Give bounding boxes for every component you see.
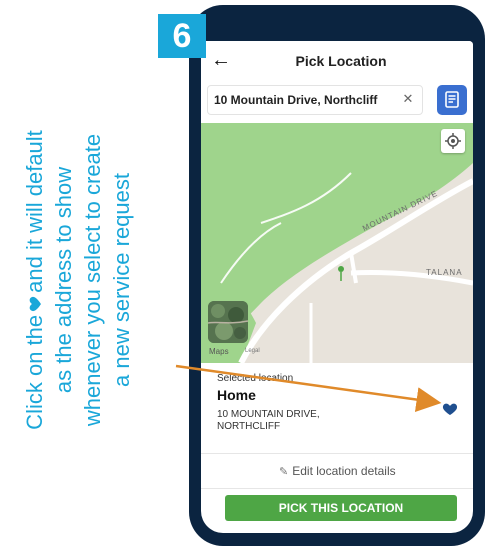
satellite-toggle[interactable] bbox=[208, 301, 248, 343]
edit-location-label: ✎ Edit location details bbox=[279, 464, 396, 478]
location-name: Home bbox=[217, 387, 256, 403]
saved-addresses-button[interactable] bbox=[437, 85, 467, 115]
phone-frame: ← Pick Location 10 Mountain Drive, North… bbox=[189, 5, 485, 546]
maps-logo: Maps bbox=[209, 347, 229, 356]
pick-location-button[interactable]: PICK THIS LOCATION bbox=[225, 495, 457, 521]
legal-link[interactable]: Legal bbox=[245, 348, 260, 354]
location-address: 10 MOUNTAIN DRIVE, NORTHCLIFF bbox=[217, 409, 320, 432]
tutorial-slide: Click on theand it will default as the a… bbox=[0, 0, 495, 551]
instruction-line-3: whenever you select to create bbox=[80, 133, 105, 427]
heart-icon bbox=[29, 296, 41, 311]
step-badge: 6 bbox=[158, 14, 206, 58]
app-header: ← Pick Location bbox=[201, 41, 473, 83]
search-input-value: 10 Mountain Drive, Northcliff bbox=[214, 93, 378, 107]
saved-addresses-icon bbox=[445, 91, 459, 108]
instruction-line-2: as the address to show bbox=[51, 166, 76, 394]
my-location-button[interactable] bbox=[441, 129, 465, 153]
search-row: 10 Mountain Drive, Northcliff ✕ bbox=[201, 83, 473, 123]
pencil-icon: ✎ bbox=[279, 466, 289, 478]
selected-location-label: Selected location bbox=[217, 373, 294, 384]
my-location-icon bbox=[445, 133, 461, 149]
close-icon[interactable]: ✕ bbox=[400, 91, 416, 107]
map-view[interactable]: MOUNTAIN DRIVE TALANA Maps Legal bbox=[201, 123, 473, 363]
phone-screen: ← Pick Location 10 Mountain Drive, North… bbox=[201, 41, 473, 533]
edit-location-button[interactable]: ✎ Edit location details bbox=[201, 454, 473, 488]
arrow-left-icon[interactable]: ← bbox=[207, 49, 235, 71]
favorite-button[interactable] bbox=[442, 401, 458, 417]
heart-icon bbox=[442, 403, 458, 415]
satellite-thumbnail bbox=[208, 301, 248, 343]
instruction-line-1: Click on theand it will default bbox=[22, 130, 47, 430]
search-input[interactable]: 10 Mountain Drive, Northcliff ✕ bbox=[207, 85, 423, 115]
divider bbox=[201, 488, 473, 489]
selected-location-panel: Selected location Home 10 MOUNTAIN DRIVE… bbox=[201, 363, 473, 451]
instruction-line-4: a new service request bbox=[109, 173, 134, 387]
page-title: Pick Location bbox=[295, 53, 387, 69]
instruction-text: Click on theand it will default as the a… bbox=[20, 60, 160, 500]
road-label: TALANA bbox=[426, 268, 463, 277]
